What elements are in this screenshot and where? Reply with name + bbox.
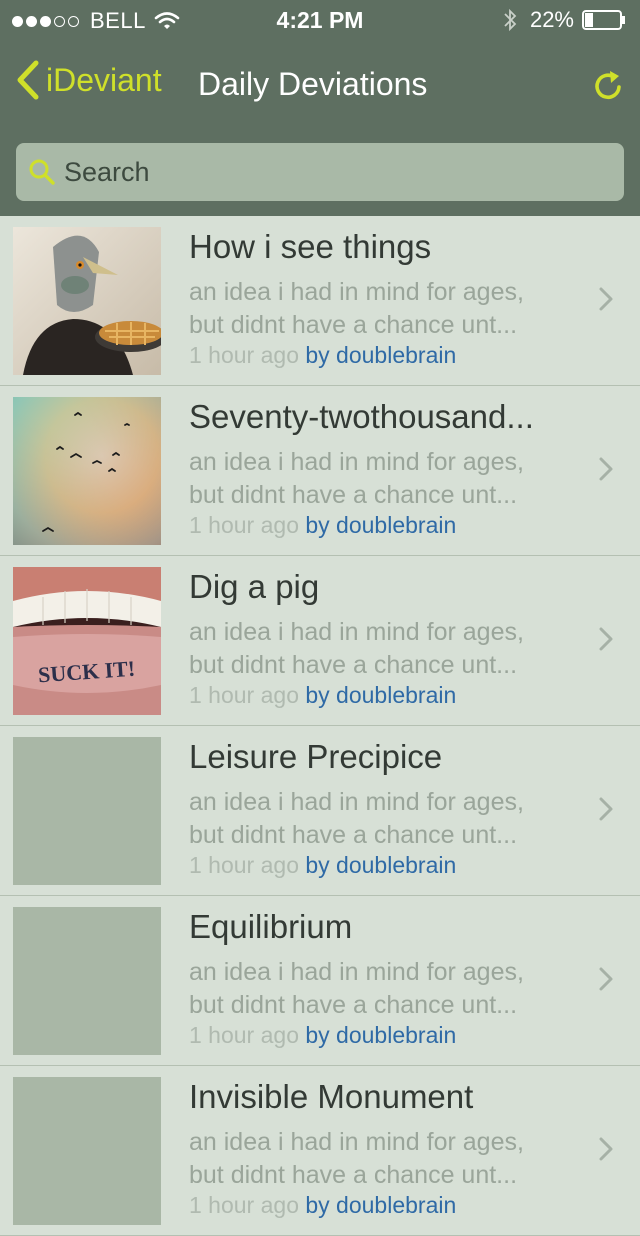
item-title: Equilibrium: [189, 908, 353, 945]
chevron-right-icon: [599, 457, 613, 481]
bluetooth-icon: [504, 8, 517, 32]
item-time: 1 hour ago: [189, 1022, 299, 1048]
item-meta: 1 hour ago by doublebrain: [189, 512, 456, 539]
item-time: 1 hour ago: [189, 682, 299, 708]
deviation-list: How i see things an idea i had in mind f…: [0, 216, 640, 1236]
item-title: Invisible Monument: [189, 1078, 474, 1115]
item-title: Dig a pig: [189, 568, 320, 605]
list-item[interactable]: Seventy-twothousand... an idea i had in …: [0, 386, 640, 556]
thumbnail-image: [13, 397, 161, 545]
birds-sky-image: [13, 397, 161, 545]
item-time: 1 hour ago: [189, 852, 299, 878]
chevron-left-icon: [17, 60, 39, 100]
item-description: an idea i had in mind for ages, but didn…: [189, 958, 524, 1019]
thumbnail-placeholder: [13, 737, 161, 885]
thumbnail-placeholder: [13, 1077, 161, 1225]
item-description: an idea i had in mind for ages, but didn…: [189, 278, 524, 339]
status-right: 22%: [502, 7, 626, 33]
item-meta: 1 hour ago by doublebrain: [189, 1192, 456, 1219]
back-button[interactable]: iDeviant: [14, 60, 162, 100]
battery-icon: [582, 10, 625, 30]
item-meta: 1 hour ago by doublebrain: [189, 1022, 456, 1049]
navigation-bar: iDeviant Daily Deviations: [0, 40, 640, 130]
item-author-link[interactable]: by doublebrain: [305, 852, 456, 878]
item-author-link[interactable]: by doublebrain: [305, 682, 456, 708]
page-title: Daily Deviations: [198, 66, 428, 102]
back-button-label: iDeviant: [46, 61, 162, 98]
item-title: Leisure Precipice: [189, 738, 443, 775]
item-description: an idea i had in mind for ages, but didn…: [189, 788, 524, 849]
item-title: How i see things: [189, 228, 432, 265]
item-author-link[interactable]: by doublebrain: [305, 1192, 456, 1218]
app-header: BELL 4:21 PM 22% iDeviant Daily Deviatio…: [0, 0, 640, 216]
item-author-link[interactable]: by doublebrain: [305, 512, 456, 538]
list-item[interactable]: How i see things an idea i had in mind f…: [0, 216, 640, 386]
item-author-link[interactable]: by doublebrain: [305, 1022, 456, 1048]
pigeon-mask-image: [13, 227, 161, 375]
thumbnail-image: [13, 227, 161, 375]
item-author-link[interactable]: by doublebrain: [305, 342, 456, 368]
list-item[interactable]: SUCK IT! Dig a pig an idea i had in mind…: [0, 556, 640, 726]
list-item[interactable]: Equilibrium an idea i had in mind for ag…: [0, 896, 640, 1066]
item-time: 1 hour ago: [189, 342, 299, 368]
item-title: Seventy-twothousand...: [189, 398, 534, 435]
list-item[interactable]: Leisure Precipice an idea i had in mind …: [0, 726, 640, 896]
search-input[interactable]: Search: [16, 143, 624, 201]
item-time: 1 hour ago: [189, 512, 299, 538]
chevron-right-icon: [599, 1137, 613, 1161]
chevron-right-icon: [599, 287, 613, 311]
search-icon: [29, 159, 55, 185]
chevron-right-icon: [599, 967, 613, 991]
item-description: an idea i had in mind for ages, but didn…: [189, 618, 524, 679]
thumbnail-placeholder: [13, 907, 161, 1055]
item-time: 1 hour ago: [189, 1192, 299, 1218]
chevron-right-icon: [599, 627, 613, 651]
lip-tattoo-image: SUCK IT!: [13, 567, 161, 715]
search-placeholder: Search: [64, 156, 150, 187]
list-item[interactable]: Invisible Monument an idea i had in mind…: [0, 1066, 640, 1236]
status-bar: BELL 4:21 PM 22%: [0, 0, 640, 40]
item-meta: 1 hour ago by doublebrain: [189, 342, 456, 369]
item-description: an idea i had in mind for ages, but didn…: [189, 448, 524, 509]
thumbnail-image: SUCK IT!: [13, 567, 161, 715]
item-meta: 1 hour ago by doublebrain: [189, 852, 456, 879]
refresh-icon[interactable]: [590, 68, 626, 104]
chevron-right-icon: [599, 797, 613, 821]
item-meta: 1 hour ago by doublebrain: [189, 682, 456, 709]
battery-percent: 22%: [529, 7, 574, 32]
